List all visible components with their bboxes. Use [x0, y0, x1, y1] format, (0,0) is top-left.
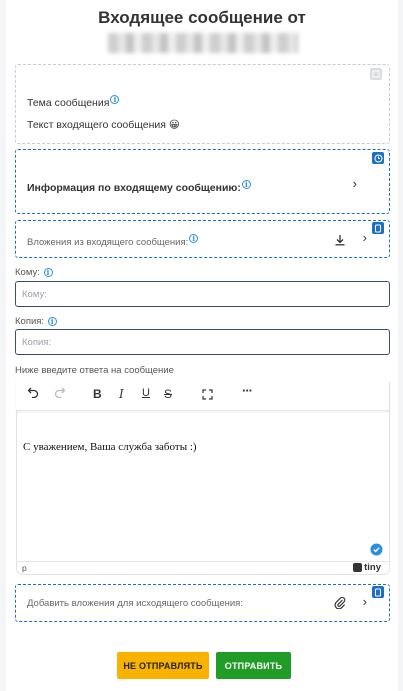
incoming-info-label: Информация по входящему сообщению: — [27, 182, 241, 194]
editor-body[interactable]: С уважением, Ваша служба заботы :) — [23, 441, 197, 453]
send-button[interactable]: ОТПРАВИТЬ — [216, 652, 291, 679]
chevron-right-icon[interactable]: › — [363, 594, 367, 609]
attachment-badge-icon — [372, 586, 384, 598]
fullscreen-icon[interactable] — [202, 388, 213, 403]
page-title: Входящее сообщение от — [98, 8, 306, 27]
check-circle-icon[interactable] — [370, 543, 383, 561]
undo-icon[interactable] — [27, 386, 39, 401]
tiny-brand: tiny — [364, 562, 381, 573]
info-icon[interactable]: i — [43, 268, 53, 277]
info-icon[interactable]: i — [110, 95, 120, 104]
paperclip-icon[interactable] — [334, 596, 346, 614]
info-icon[interactable]: i — [47, 317, 57, 326]
underline-icon[interactable]: U — [142, 387, 150, 399]
download-icon[interactable] — [334, 233, 346, 251]
copy-icon[interactable] — [370, 68, 382, 80]
chevron-right-icon[interactable]: › — [363, 230, 367, 245]
to-label: Кому: — [15, 267, 40, 278]
more-icon[interactable]: ··· — [242, 383, 253, 398]
subject-label: Тема сообщения — [27, 97, 110, 109]
cc-field[interactable]: Копия: — [15, 329, 390, 355]
incoming-attachments-label: Вложения из входящего сообщения: — [27, 237, 189, 248]
reply-label: Ниже введите ответа на сообщение — [15, 365, 174, 376]
message-body: Текст входящего сообщения 😀 — [27, 119, 180, 131]
incoming-attachments-panel[interactable]: Вложения из входящего сообщения: i › — [15, 220, 390, 258]
outgoing-attachments-panel[interactable]: Добавить вложения для исходящего сообщен… — [15, 584, 390, 622]
clock-icon — [372, 152, 384, 164]
chevron-right-icon[interactable]: › — [353, 176, 357, 191]
italic-icon[interactable]: I — [119, 387, 124, 401]
editor-toolbar: B I U S ··· — [16, 379, 389, 411]
bold-icon[interactable]: B — [93, 387, 102, 401]
editor-status-path: p — [22, 563, 27, 573]
redo-icon[interactable] — [54, 386, 66, 401]
info-icon[interactable]: i — [189, 234, 199, 243]
dont-send-button[interactable]: НЕ ОТПРАВЛЯТЬ — [117, 652, 209, 679]
incoming-info-panel[interactable]: Информация по входящему сообщению: i › — [15, 149, 390, 214]
sender-redacted — [108, 33, 298, 53]
cc-label: Копия: — [15, 316, 45, 327]
outgoing-attachments-label: Добавить вложения для исходящего сообщен… — [27, 598, 243, 609]
info-icon[interactable]: i — [241, 180, 251, 189]
tiny-logo-icon — [353, 563, 363, 572]
strikethrough-icon[interactable]: S — [164, 387, 172, 401]
message-page: Входящее сообщение от Тема сообщения i Те… — [6, 0, 398, 691]
attachment-badge-icon — [372, 222, 384, 234]
incoming-message-block: Тема сообщения i Текст входящего сообщени… — [15, 64, 390, 144]
to-field[interactable]: Кому: — [15, 281, 390, 307]
